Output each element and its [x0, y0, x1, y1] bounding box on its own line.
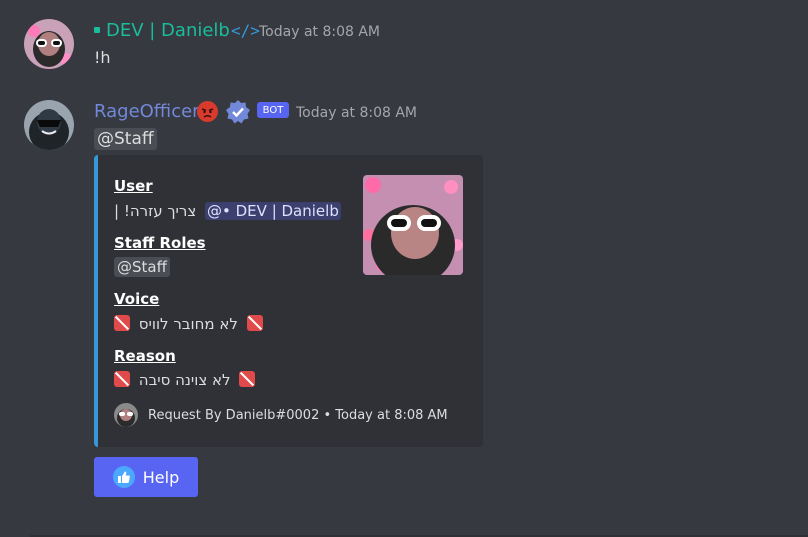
- embed-footer: Request By Danielb#0002 • Today at 8:08 …: [114, 401, 448, 429]
- thumbs-up-icon: [112, 466, 135, 488]
- timestamp: Today at 8:08 AM: [296, 105, 418, 121]
- no-entry-icon: [246, 315, 263, 331]
- help-button-label: Help: [142, 467, 180, 487]
- field-value-staff-roles: @Staff: [114, 257, 170, 277]
- footer-avatar: [114, 403, 138, 427]
- staff-mention[interactable]: @Staff: [94, 128, 157, 150]
- no-entry-icon: [114, 371, 130, 387]
- field-name-voice: Voice: [114, 290, 160, 308]
- embed: User צריך עזרה! | @• DEV | Danielb Staff…: [94, 155, 483, 447]
- username-text: DEV | Danielb: [106, 20, 230, 41]
- verified-icon: [225, 99, 251, 125]
- message-content: !h: [94, 48, 111, 67]
- role-dot-icon: [94, 27, 100, 33]
- username[interactable]: RageOfficer: [94, 101, 200, 122]
- voice-text: לא מחובר לוויס: [138, 315, 238, 333]
- bot-tag: BOT: [257, 102, 289, 118]
- code-icon: </>: [231, 21, 260, 40]
- message-1: DEV | Danielb </> Today at 8:08 AM !h: [0, 0, 808, 80]
- footer-text: Request By Danielb#0002 • Today at 8:08 …: [148, 407, 448, 423]
- field-name-reason: Reason: [114, 347, 176, 365]
- reason-text: לא צוינה סיבה: [138, 371, 231, 389]
- timestamp: Today at 8:08 AM: [259, 24, 381, 40]
- user-mention[interactable]: @• DEV | Danielb: [205, 202, 341, 220]
- field-value-voice: לא מחובר לוויס: [114, 315, 263, 333]
- username[interactable]: DEV | Danielb: [94, 20, 230, 41]
- no-entry-icon: [114, 315, 130, 331]
- message-content: @Staff: [94, 128, 157, 150]
- field-name-user: User: [114, 177, 153, 195]
- staff-role-mention[interactable]: @Staff: [114, 257, 170, 277]
- angry-face-icon: [197, 101, 218, 122]
- field-value-reason: לא צוינה סיבה: [114, 371, 256, 389]
- embed-thumbnail[interactable]: [363, 175, 463, 275]
- avatar[interactable]: [24, 100, 74, 150]
- help-button[interactable]: Help: [94, 457, 198, 497]
- field-name-staff-roles: Staff Roles: [114, 234, 206, 252]
- user-help-text: צריך עזרה! |: [114, 202, 197, 220]
- field-value-user: צריך עזרה! | @• DEV | Danielb: [114, 202, 341, 220]
- avatar[interactable]: [24, 19, 74, 69]
- no-entry-icon: [239, 371, 256, 387]
